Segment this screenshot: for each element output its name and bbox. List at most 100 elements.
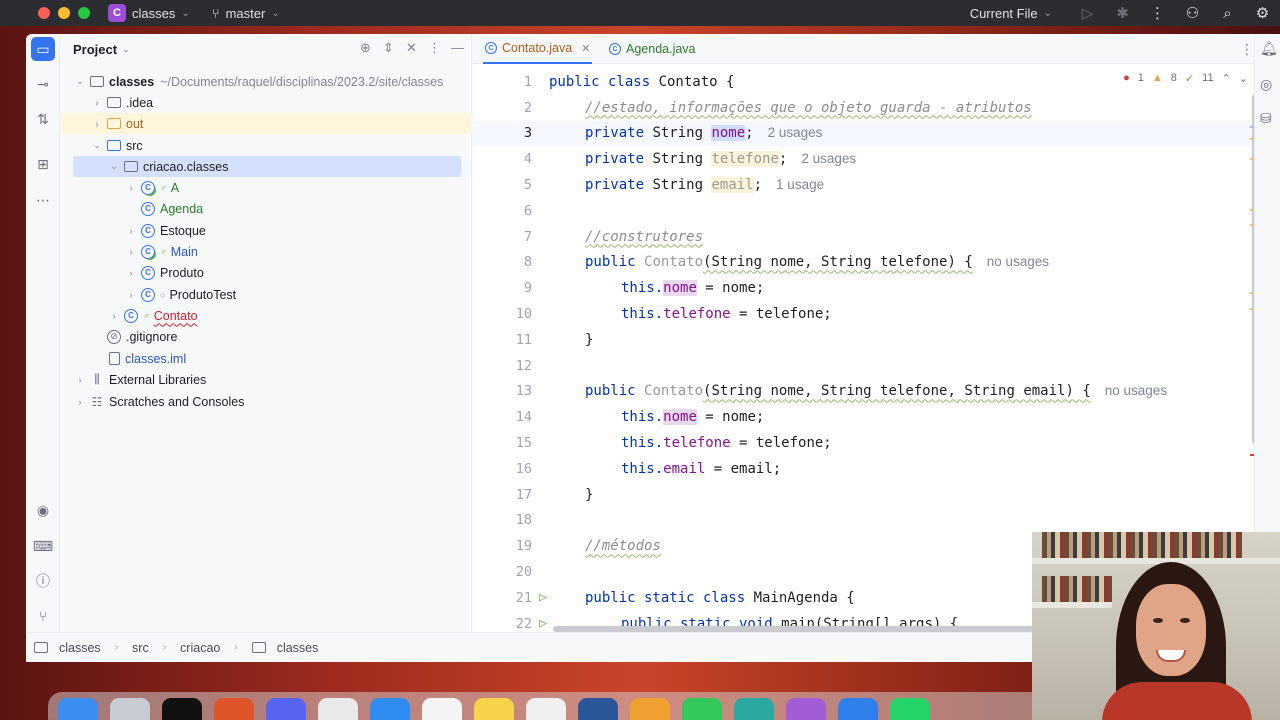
tree-item-criacao-classes[interactable]: ⌄ criacao.classes <box>73 156 461 177</box>
close-window-button[interactable] <box>38 7 50 19</box>
project-tool-icon[interactable]: ▭ <box>31 37 55 61</box>
notifications-bell-icon[interactable]: 🔔︎ <box>1260 40 1278 57</box>
chevron-right-icon[interactable]: › <box>91 119 103 129</box>
calendar-app-icon[interactable] <box>422 698 462 720</box>
code-line[interactable]: 12 <box>473 353 1280 379</box>
whatsapp-app-icon[interactable] <box>890 698 930 720</box>
minimize-window-button[interactable] <box>58 7 70 19</box>
usages-hint[interactable]: no usages <box>987 254 1049 269</box>
safari-app-icon[interactable] <box>370 698 410 720</box>
hide-panel-icon[interactable]: — <box>449 40 466 56</box>
code-line[interactable]: 16 this.email = email; <box>473 456 1280 482</box>
debug-icon[interactable]: ✱ <box>1105 4 1140 22</box>
run-configuration-selector[interactable]: Current File ⌄ <box>970 6 1052 21</box>
chevron-right-icon[interactable]: › <box>74 397 86 407</box>
pull-requests-icon[interactable]: ⇅ <box>31 107 55 131</box>
xcode-app-icon[interactable] <box>838 698 878 720</box>
code-line[interactable]: 2 //estado, informações que o objeto gua… <box>473 95 1280 121</box>
tree-item-class-produtotest[interactable]: › C ○ ProdutoTest <box>61 284 472 305</box>
pages-app-icon[interactable] <box>630 698 670 720</box>
chevron-down-icon[interactable]: ⌄ <box>108 161 120 172</box>
tree-item-out[interactable]: › out <box>61 113 472 134</box>
settings-gear-icon[interactable]: ⚙ <box>1245 4 1280 22</box>
chevron-right-icon[interactable]: › <box>91 98 103 108</box>
run-icon[interactable]: ▷ <box>1070 4 1105 22</box>
project-panel-title[interactable]: Project <box>73 42 117 57</box>
breadcrumb-item[interactable]: src <box>132 641 149 655</box>
chevron-down-icon[interactable]: ⌄ <box>74 76 86 87</box>
run-gutter-icon[interactable]: ▷ <box>539 590 547 605</box>
database-icon[interactable]: ⛁ <box>1260 110 1272 127</box>
tree-item-class-agenda[interactable]: C Agenda <box>61 198 472 219</box>
chevron-down-icon[interactable]: ⌄ <box>122 44 130 55</box>
tree-item-classes-iml[interactable]: classes.iml <box>61 348 472 369</box>
word-app-icon[interactable] <box>578 698 618 720</box>
usages-hint[interactable]: 2 usages <box>768 125 823 140</box>
tree-item-scratches[interactable]: › ☷ Scratches and Consoles <box>61 391 472 412</box>
chevron-right-icon[interactable]: › <box>74 375 86 385</box>
terminal-icon[interactable]: ⌨ <box>31 534 55 558</box>
breadcrumb-item[interactable]: criacao <box>180 641 220 655</box>
chevron-right-icon[interactable]: › <box>108 311 120 321</box>
usages-hint[interactable]: 2 usages <box>801 151 856 166</box>
code-line[interactable]: 5 private String email; 1 usage <box>473 172 1280 198</box>
collapse-all-icon[interactable]: ✕ <box>403 40 420 56</box>
commit-tool-icon[interactable]: ⊸ <box>31 72 55 96</box>
launchpad-app-icon[interactable] <box>110 698 150 720</box>
finder-app-icon[interactable] <box>58 698 98 720</box>
ai-assistant-icon[interactable]: ◎ <box>1260 76 1272 93</box>
close-tab-icon[interactable]: ✕ <box>581 42 590 55</box>
tree-item-classes[interactable]: ⌄ classes ~/Documents/raquel/disciplinas… <box>61 71 472 92</box>
usages-hint[interactable]: 1 usage <box>776 177 824 192</box>
chevron-down-icon[interactable]: ⌄ <box>91 140 103 151</box>
project-switcher[interactable]: C classes ⌄ <box>108 4 190 22</box>
code-line[interactable]: 9 this.nome = nome; <box>473 275 1280 301</box>
locate-file-icon[interactable]: ⊕ <box>357 40 374 56</box>
search-icon[interactable]: ⌕ <box>1210 5 1245 22</box>
tree-item-src[interactable]: ⌄ src <box>61 135 472 156</box>
app-icon[interactable] <box>214 698 254 720</box>
tree-item-external-libraries[interactable]: › ⫼ External Libraries <box>61 369 472 390</box>
usages-hint[interactable]: no usages <box>1105 383 1167 398</box>
code-line[interactable]: 15 this.telefone = telefone; <box>473 430 1280 456</box>
zoom-window-button[interactable] <box>78 7 90 19</box>
code-line[interactable]: 4 private String telefone; 2 usages <box>473 146 1280 172</box>
code-line[interactable]: 13 public Contato(String nome, String te… <box>473 379 1280 405</box>
intellij-app-icon[interactable] <box>162 698 202 720</box>
tab-contato-java[interactable]: C Contato.java ✕ <box>483 34 593 64</box>
tab-options-icon[interactable]: ⋮ <box>1240 41 1254 58</box>
account-icon[interactable]: ⚇ <box>1175 4 1210 22</box>
podcasts-app-icon[interactable] <box>786 698 826 720</box>
chevron-right-icon[interactable]: › <box>125 226 137 236</box>
code-line[interactable]: 18 <box>473 508 1280 534</box>
tree-item-idea[interactable]: › .idea <box>61 92 472 113</box>
more-tools-icon[interactable]: ⋯ <box>31 188 55 212</box>
tree-item-class-contato[interactable]: › C ♂ Contato <box>61 305 472 326</box>
chevron-right-icon[interactable]: › <box>125 247 137 257</box>
git-icon[interactable]: ⑂ <box>31 604 55 628</box>
code-line[interactable]: 8 public Contato(String nome, String tel… <box>473 250 1280 276</box>
reminders-app-icon[interactable] <box>526 698 566 720</box>
chevron-right-icon[interactable]: › <box>125 268 137 278</box>
services-icon[interactable]: ◉ <box>31 498 55 522</box>
tree-item-class-produto[interactable]: › C Produto <box>61 262 472 283</box>
breadcrumb-item[interactable]: classes <box>59 641 101 655</box>
numbers-app-icon[interactable] <box>682 698 722 720</box>
expand-all-icon[interactable]: ⇕ <box>380 40 397 56</box>
vcs-branch-widget[interactable]: ⑂ master ⌄ <box>212 6 280 21</box>
structure-icon[interactable]: ⊞ <box>31 152 55 176</box>
code-line[interactable]: 11 } <box>473 327 1280 353</box>
code-line[interactable]: 17 } <box>473 482 1280 508</box>
tree-item-class-estoque[interactable]: › C Estoque <box>61 220 472 241</box>
notes-app-icon[interactable] <box>474 698 514 720</box>
code-line[interactable]: 14 this.nome = nome; <box>473 404 1280 430</box>
tree-item-class-main[interactable]: › C ♂ Main <box>61 241 472 262</box>
chevron-right-icon[interactable]: › <box>125 183 137 193</box>
run-gutter-icon[interactable]: ▷ <box>539 616 547 631</box>
chevron-right-icon[interactable]: › <box>125 290 137 300</box>
code-line[interactable]: 7 //construtores <box>473 224 1280 250</box>
problems-icon[interactable]: ⓘ <box>31 569 55 593</box>
code-line[interactable]: 10 this.telefone = telefone; <box>473 301 1280 327</box>
breadcrumb-item[interactable]: classes <box>277 641 319 655</box>
more-actions-icon[interactable]: ⋮ <box>1140 4 1175 22</box>
